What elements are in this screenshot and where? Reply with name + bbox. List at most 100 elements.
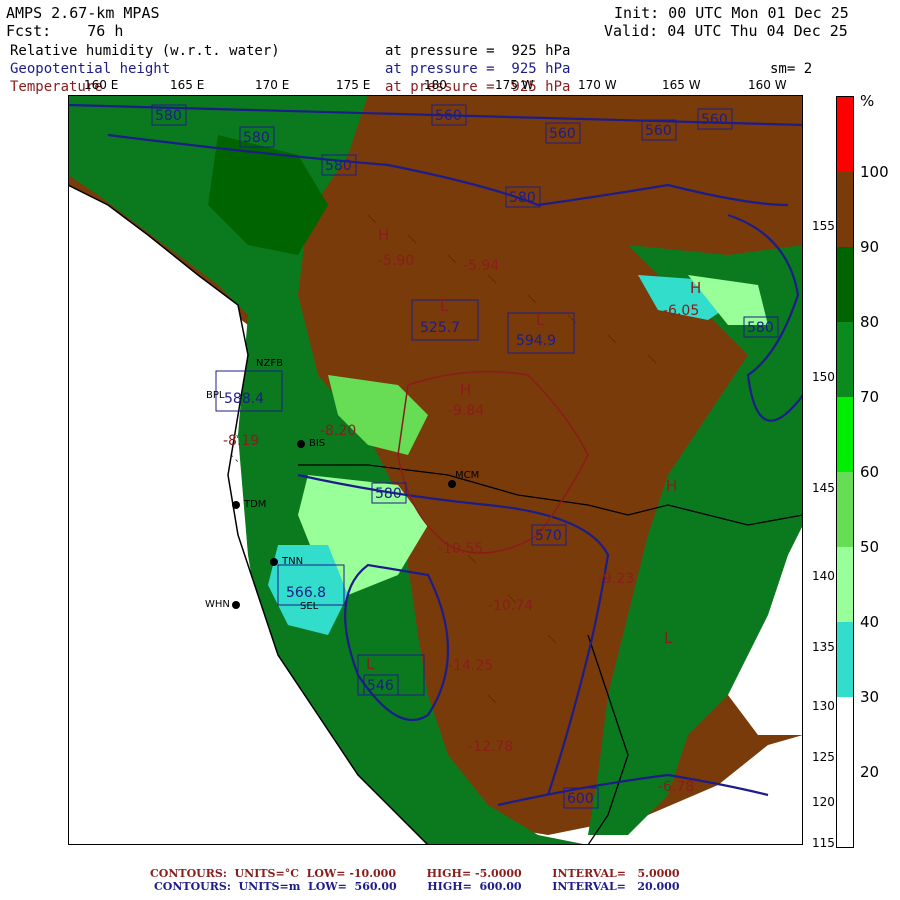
high-label: H — [378, 226, 389, 244]
station-label: TNN — [282, 556, 304, 567]
svg-text:580: 580 — [325, 158, 352, 174]
svg-text:560: 560 — [435, 108, 462, 124]
station-label: TDM — [244, 499, 267, 510]
colorbar-swatch — [837, 547, 853, 622]
lat-label: 140 — [812, 569, 835, 583]
temp-label: -14.25 — [448, 658, 493, 674]
lon-label: 170 W — [578, 78, 617, 92]
station-dot[interactable] — [297, 440, 305, 448]
height-label: 580 — [371, 482, 407, 504]
lat-label: 125 — [812, 750, 835, 764]
map-panel[interactable]: 580 580 560 560 560 560 580 580 580 580 … — [68, 95, 803, 845]
colorbar-swatch — [837, 247, 853, 322]
low-label: L — [536, 311, 545, 329]
lat-label: 135 — [812, 640, 835, 654]
field2-level: at pressure = 925 hPa — [385, 61, 571, 77]
temp-label: -8.20 — [320, 423, 356, 439]
colorbar-level: 80 — [860, 313, 880, 331]
station-label: MCM — [455, 470, 480, 481]
svg-text:588.4: 588.4 — [224, 391, 264, 407]
low-label: L — [664, 629, 673, 647]
svg-text:546: 546 — [367, 678, 394, 694]
height-label: 570 — [531, 524, 567, 546]
station-dot[interactable] — [232, 501, 240, 509]
svg-text:580: 580 — [747, 320, 774, 336]
temperature-contour-info: CONTOURS: UNITS=°C LOW= -10.000 HIGH= -5… — [150, 867, 680, 880]
colorbar-level: 90 — [860, 238, 880, 256]
lat-label: 145 — [812, 481, 835, 495]
station-dot[interactable] — [270, 558, 278, 566]
colorbar-swatch — [837, 322, 853, 397]
colorbar-level: 70 — [860, 388, 880, 406]
lon-label: 160 E — [84, 78, 119, 92]
svg-text:580: 580 — [155, 108, 182, 124]
colorbar-swatch — [837, 397, 853, 472]
lat-label: 120 — [812, 795, 835, 809]
height-label: 560 — [697, 108, 733, 130]
height-label: 546 — [363, 674, 399, 696]
colorbar-level: 100 — [860, 163, 889, 181]
svg-text:566.8: 566.8 — [286, 585, 326, 601]
temp-label: -8.19 — [223, 433, 259, 449]
lon-label: 165 W — [662, 78, 701, 92]
low-label: L — [440, 297, 449, 315]
lat-label: 130 — [812, 699, 835, 713]
station-label: WHN — [205, 599, 230, 610]
lat-label: 155 — [812, 219, 835, 233]
station-label: SEL — [300, 601, 319, 612]
colorbar-swatch — [837, 697, 853, 847]
colorbar-swatch — [837, 622, 853, 697]
svg-text:594.9: 594.9 — [516, 333, 556, 349]
station-label: BIS — [309, 438, 326, 449]
height-label: 560 — [641, 119, 677, 141]
height-label: 560 — [431, 104, 467, 126]
station-dot[interactable] — [448, 480, 456, 488]
colorbar-swatch — [837, 97, 853, 172]
high-label: H — [690, 279, 701, 297]
lon-label: 175 E — [336, 78, 371, 92]
smoothing-label: sm= 2 — [770, 61, 813, 77]
temp-label: -9.23 — [598, 571, 634, 587]
svg-text:580: 580 — [509, 190, 536, 206]
svg-text:580: 580 — [243, 130, 270, 146]
temp-label: -10.55 — [438, 541, 483, 557]
colorbar-level: 60 — [860, 463, 880, 481]
lat-label: 115 — [812, 836, 835, 850]
height-label: 580 — [505, 186, 541, 208]
field3-level: at pressure = 925 hPa — [385, 79, 571, 95]
colorbar-level: 20 — [860, 763, 880, 781]
lon-label: 180 — [424, 78, 447, 92]
temp-label: -5.94 — [463, 258, 499, 274]
field1-name: Relative humidity (w.r.t. water) — [10, 43, 280, 59]
svg-text:600: 600 — [567, 791, 594, 807]
colorbar-level: 50 — [860, 538, 880, 556]
init-time: Init: 00 UTC Mon 01 Dec 25 — [614, 4, 849, 22]
temp-label: -6.05 — [663, 303, 699, 319]
lon-label: 170 E — [255, 78, 290, 92]
svg-text:525.7: 525.7 — [420, 320, 460, 336]
lon-label: 175 W — [495, 78, 534, 92]
valid-time: Valid: 04 UTC Thu 04 Dec 25 — [604, 22, 848, 40]
svg-text:560: 560 — [549, 126, 576, 142]
temp-label: -9.84 — [448, 403, 484, 419]
colorbar-level: 40 — [860, 613, 880, 631]
field2-name: Geopotential height — [10, 61, 171, 77]
lon-label: 160 W — [748, 78, 787, 92]
svg-text:580: 580 — [375, 486, 402, 502]
forecast-hour: Fcst: 76 h — [6, 22, 124, 40]
lat-label: 150 — [812, 370, 835, 384]
svg-text:570: 570 — [535, 528, 562, 544]
height-label: 580 — [239, 126, 275, 148]
field1-level: at pressure = 925 hPa — [385, 43, 571, 59]
temp-label: -12.78 — [468, 739, 513, 755]
svg-text:560: 560 — [701, 112, 728, 128]
colorbar-level: 30 — [860, 688, 880, 706]
temp-label: -6.78 — [658, 779, 694, 795]
station-dot[interactable] — [232, 601, 240, 609]
colorbar — [836, 96, 854, 848]
height-label: 600 — [563, 787, 599, 809]
svg-text:560: 560 — [645, 123, 672, 139]
height-label: 580 — [743, 316, 779, 338]
colorbar-swatch — [837, 472, 853, 547]
high-label: H — [460, 381, 471, 399]
